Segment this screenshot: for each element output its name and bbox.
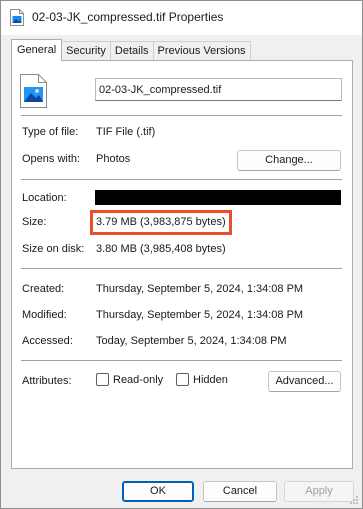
tab-previous-versions[interactable]: Previous Versions [153, 41, 251, 61]
tab-details[interactable]: Details [110, 41, 154, 61]
divider [21, 179, 342, 180]
title-bar[interactable]: 02-03-JK_compressed.tif Properties [1, 1, 362, 35]
tab-security[interactable]: Security [62, 41, 111, 61]
hidden-checkbox[interactable]: Hidden [176, 373, 228, 386]
hidden-checkbox-label: Hidden [193, 373, 228, 386]
readonly-checkbox-box[interactable] [96, 373, 109, 386]
tif-file-icon [20, 74, 47, 108]
accessed-label: Accessed: [22, 335, 73, 347]
accessed-value: Today, September 5, 2024, 1:34:08 PM [96, 335, 287, 347]
divider [21, 360, 342, 361]
type-of-file-value: TIF File (.tif) [96, 126, 156, 138]
ok-button[interactable]: OK [122, 481, 194, 502]
size-highlight-box [90, 210, 232, 235]
divider [21, 268, 342, 269]
advanced-button[interactable]: Advanced... [268, 371, 341, 392]
modified-label: Modified: [22, 309, 67, 321]
change-button[interactable]: Change... [237, 150, 341, 171]
opens-with-value: Photos [96, 153, 131, 165]
readonly-checkbox[interactable]: Read-only [96, 373, 163, 386]
image-file-icon [10, 9, 24, 26]
resize-grip-icon[interactable] [349, 495, 359, 505]
general-panel [11, 60, 353, 469]
attributes-label: Attributes: [22, 375, 72, 387]
apply-button[interactable]: Apply [284, 481, 354, 502]
size-on-disk-label: Size on disk: [22, 243, 85, 255]
readonly-checkbox-label: Read-only [113, 373, 164, 386]
opens-with-label: Opens with: [22, 153, 81, 165]
tab-strip: General Security Details Previous Versio… [11, 39, 251, 61]
size-on-disk-value: 3.80 MB (3,985,408 bytes) [96, 243, 226, 255]
location-label: Location: [22, 192, 67, 204]
cancel-button[interactable]: Cancel [203, 481, 277, 502]
modified-value: Thursday, September 5, 2024, 1:34:08 PM [96, 309, 304, 321]
divider [21, 115, 342, 116]
file-name-field[interactable] [95, 78, 342, 101]
type-of-file-label: Type of file: [22, 126, 79, 138]
size-label: Size: [22, 216, 47, 228]
created-label: Created: [22, 283, 65, 295]
location-value-redacted [95, 190, 341, 205]
created-value: Thursday, September 5, 2024, 1:34:08 PM [96, 283, 304, 295]
hidden-checkbox-box[interactable] [176, 373, 189, 386]
properties-dialog: 02-03-JK_compressed.tif Properties Gener… [0, 0, 363, 509]
window-title: 02-03-JK_compressed.tif Properties [32, 10, 224, 24]
tab-general[interactable]: General [11, 39, 63, 61]
